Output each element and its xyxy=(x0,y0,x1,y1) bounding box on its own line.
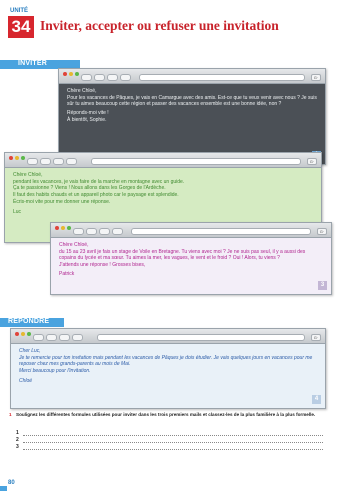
answer-label: 3 xyxy=(16,444,19,450)
window-toolbar: G· xyxy=(51,223,331,238)
toolbar-button[interactable] xyxy=(107,74,118,81)
toolbar-button[interactable] xyxy=(81,74,92,81)
toolbar-button[interactable] xyxy=(27,158,38,165)
email-signature: À bientôt, Sophie. xyxy=(67,116,107,123)
section-label-inviter: INVITER xyxy=(18,60,48,67)
address-field[interactable] xyxy=(139,74,305,81)
toolbar-button[interactable] xyxy=(94,74,105,81)
email-text: Pour les vacances de Pâques, je vais en … xyxy=(67,94,317,108)
email-greeting: Chère Chloé, xyxy=(67,88,97,94)
toolbar-button[interactable] xyxy=(73,228,84,235)
email-text: Réponds-moi vite ! xyxy=(67,110,109,117)
toolbar-button[interactable] xyxy=(72,334,83,341)
zoom-light-icon[interactable] xyxy=(21,156,25,160)
toolbar-button[interactable] xyxy=(66,158,77,165)
close-light-icon[interactable] xyxy=(15,332,19,336)
go-button[interactable]: G· xyxy=(307,158,317,165)
toolbar-button[interactable] xyxy=(112,228,123,235)
close-light-icon[interactable] xyxy=(9,156,13,160)
minimize-light-icon[interactable] xyxy=(61,226,65,230)
window-toolbar: G· xyxy=(11,329,325,344)
toolbar-button[interactable] xyxy=(40,158,51,165)
zoom-light-icon[interactable] xyxy=(75,72,79,76)
exercise-instruction: 1 Soulignez les différentes formules uti… xyxy=(9,412,326,418)
go-button[interactable]: G· xyxy=(317,228,327,235)
address-field[interactable] xyxy=(97,334,305,341)
toolbar-button[interactable] xyxy=(59,334,70,341)
email-text: Merci beaucoup pour l'invitation. xyxy=(19,368,91,375)
toolbar-button[interactable] xyxy=(53,158,64,165)
go-button[interactable]: G· xyxy=(311,74,321,81)
toolbar-button[interactable] xyxy=(120,74,131,81)
address-field[interactable] xyxy=(91,158,301,165)
unit-number: 34 xyxy=(8,16,34,38)
email-window-4: G· Cher Luc, Je te remercie pour ton inv… xyxy=(10,328,326,409)
email-text: Il faut des habits chauds et un appareil… xyxy=(13,192,179,199)
answer-label: 1 xyxy=(16,430,19,436)
close-light-icon[interactable] xyxy=(63,72,67,76)
zoom-light-icon[interactable] xyxy=(67,226,71,230)
toolbar-button[interactable] xyxy=(86,228,97,235)
answer-line[interactable] xyxy=(23,449,323,450)
toolbar-button[interactable] xyxy=(99,228,110,235)
email-text: pendant les vacances, je vais faire de l… xyxy=(13,178,185,185)
answer-label: 2 xyxy=(16,437,19,443)
minimize-light-icon[interactable] xyxy=(69,72,73,76)
page-title: Inviter, accepter ou refuser une invitat… xyxy=(40,18,279,33)
email-text: J'attends une réponse ! Grosses bises, xyxy=(59,262,146,269)
page-number: 80 xyxy=(8,480,15,486)
email-signature: Patrick xyxy=(59,270,75,277)
email-greeting: Chère Chloé, xyxy=(13,172,43,178)
exercise-number: 1 xyxy=(9,412,12,417)
email-text: Écris-moi vite pour me donner une répons… xyxy=(13,198,111,205)
email-number-badge: 4 xyxy=(312,395,321,404)
email-greeting: Chère Chloé, xyxy=(59,242,89,248)
toolbar-button[interactable] xyxy=(46,334,57,341)
email-text: du 15 au 23 avril je fais un stage de Vo… xyxy=(59,248,306,262)
email-signature: Luc xyxy=(13,208,22,215)
go-button[interactable]: G· xyxy=(311,334,321,341)
answer-line[interactable] xyxy=(23,435,323,436)
section-label-repondre: RÉPONDRE xyxy=(8,318,50,325)
address-field[interactable] xyxy=(131,228,311,235)
answer-line[interactable] xyxy=(23,442,323,443)
email-text: Je te remercie pour ton invitation mais … xyxy=(19,354,313,368)
toolbar-button[interactable] xyxy=(33,334,44,341)
close-light-icon[interactable] xyxy=(55,226,59,230)
minimize-light-icon[interactable] xyxy=(21,332,25,336)
email-number-badge: 3 xyxy=(318,281,327,290)
window-toolbar: G· xyxy=(59,69,325,84)
zoom-light-icon[interactable] xyxy=(27,332,31,336)
minimize-light-icon[interactable] xyxy=(15,156,19,160)
page-corner-bar xyxy=(0,486,7,491)
email-signature: Chloé xyxy=(19,377,33,384)
exercise-text: Soulignez les différentes formules utili… xyxy=(16,412,316,417)
window-toolbar: G· xyxy=(5,153,321,168)
email-window-3: G· Chère Chloé, du 15 au 23 avril je fai… xyxy=(50,222,332,295)
unit-label: UNITÉ xyxy=(10,8,28,14)
email-window-1: G· Chère Chloé, Pour les vacances de Pâq… xyxy=(58,68,326,165)
email-greeting: Cher Luc, xyxy=(19,348,41,354)
email-body: Cher Luc, Je te remercie pour ton invita… xyxy=(11,344,325,408)
email-body: Chère Chloé, du 15 au 23 avril je fais u… xyxy=(51,238,331,294)
email-text: Ça te passionne ? Viens ! Nous allons da… xyxy=(13,185,166,192)
